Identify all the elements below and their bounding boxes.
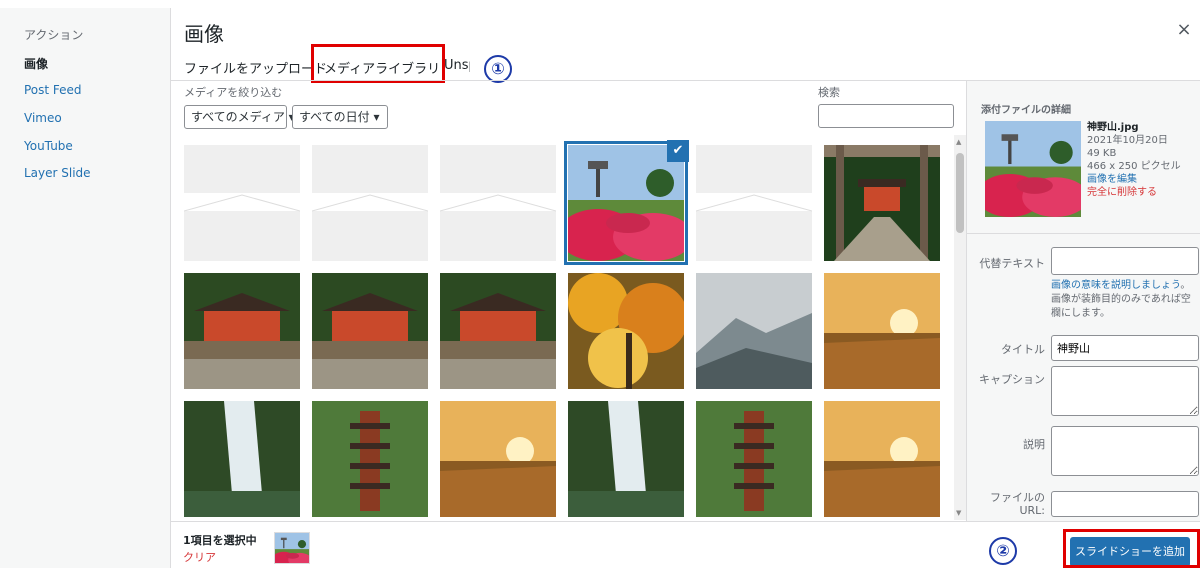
details-divider xyxy=(967,233,1200,234)
file-url-field[interactable] xyxy=(1051,491,1199,517)
alt-text-help: 画像の意味を説明しましょう。画像が装飾目的のみであれば空欄にします。 xyxy=(1051,279,1197,321)
media-thumbnail[interactable] xyxy=(824,401,940,517)
scroll-up-icon[interactable]: ▲ xyxy=(956,138,961,146)
menu-item-layer-slide[interactable]: Layer Slide xyxy=(24,166,91,180)
media-thumbnail[interactable] xyxy=(696,273,812,389)
menu-item-post-feed[interactable]: Post Feed xyxy=(24,83,82,97)
alt-text-help-link[interactable]: 画像の意味を説明しましょう xyxy=(1051,280,1180,291)
selected-thumbnail[interactable] xyxy=(274,532,310,564)
media-thumbnail[interactable] xyxy=(312,273,428,389)
checkmark-icon[interactable]: ✔ xyxy=(667,140,689,162)
tab-unsplash[interactable]: Unsp xyxy=(444,58,470,73)
media-thumbnail[interactable] xyxy=(440,273,556,389)
details-info: 神野山.jpg 2021年10月20日 49 KB 466 x 250 ピクセル… xyxy=(1087,121,1181,199)
close-icon[interactable]: × xyxy=(1176,21,1192,39)
modal-title: 画像 xyxy=(184,22,224,46)
tab-media-library[interactable]: メディアライブラリ xyxy=(324,58,440,77)
details-dimensions: 466 x 250 ピクセル xyxy=(1087,161,1181,172)
media-thumbnail[interactable] xyxy=(184,145,300,261)
media-thumbnail[interactable] xyxy=(696,145,812,261)
media-thumbnail[interactable] xyxy=(312,401,428,517)
description-label: 説明 xyxy=(1023,438,1045,451)
alt-text-label: 代替テキスト xyxy=(979,257,1045,270)
media-modal: アクション 画像 Post Feed Vimeo YouTube Layer S… xyxy=(0,0,1200,568)
details-filename: 神野山.jpg xyxy=(1087,122,1139,133)
caption-label: キャプション xyxy=(979,373,1045,386)
media-thumbnail[interactable] xyxy=(440,145,556,261)
media-thumbnail[interactable] xyxy=(440,401,556,517)
grid-scrollbar[interactable]: ▲ ▼ xyxy=(954,135,966,520)
media-thumbnail[interactable]: ✔ xyxy=(564,140,689,265)
action-menu-heading: アクション xyxy=(24,28,84,42)
media-thumbnail[interactable] xyxy=(312,145,428,261)
media-thumbnail[interactable] xyxy=(568,401,684,517)
filter-label: メディアを絞り込む xyxy=(184,86,283,99)
delete-permanently-link[interactable]: 完全に削除する xyxy=(1087,186,1181,199)
attachment-details: 添付ファイルの詳細 神野山.jpg 2021年10月20日 49 KB 466 … xyxy=(966,81,1200,521)
media-thumbnail[interactable] xyxy=(824,273,940,389)
file-url-label: ファイルの URL: xyxy=(990,491,1045,517)
clear-selection-link[interactable]: クリア xyxy=(183,549,216,565)
menu-item-youtube[interactable]: YouTube xyxy=(24,139,73,153)
menu-item-vimeo[interactable]: Vimeo xyxy=(24,111,62,125)
scroll-thumb[interactable] xyxy=(956,153,964,233)
media-thumbnail[interactable] xyxy=(184,273,300,389)
media-grid: ✔ xyxy=(171,135,951,520)
details-thumbnail xyxy=(976,121,1089,221)
edit-image-link[interactable]: 画像を編集 xyxy=(1087,173,1181,186)
media-thumbnail[interactable] xyxy=(824,145,940,261)
action-menu: アクション 画像 Post Feed Vimeo YouTube Layer S… xyxy=(0,8,171,568)
description-field[interactable] xyxy=(1051,426,1199,476)
date-select[interactable]: すべての日付 ▾ xyxy=(292,105,388,129)
tab-upload[interactable]: ファイルをアップロード xyxy=(184,58,327,77)
details-heading: 添付ファイルの詳細 xyxy=(981,105,1071,116)
media-type-select[interactable]: すべてのメディア ▾ xyxy=(184,105,295,129)
menu-item-image[interactable]: 画像 xyxy=(24,55,48,72)
add-slideshow-button[interactable]: スライドショーを追加 xyxy=(1070,537,1190,567)
details-size: 49 KB xyxy=(1087,148,1117,159)
alt-text-field[interactable] xyxy=(1051,247,1199,275)
scroll-down-icon[interactable]: ▼ xyxy=(956,509,961,517)
media-thumbnail[interactable] xyxy=(568,273,684,389)
caption-field[interactable] xyxy=(1051,366,1199,416)
details-date: 2021年10月20日 xyxy=(1087,135,1168,146)
title-field[interactable] xyxy=(1051,335,1199,361)
step-2-badge: ② xyxy=(989,537,1017,565)
step-1-badge: ① xyxy=(484,55,512,83)
modal-footer: 1項目を選択中 クリア ② スライドショーを追加 xyxy=(171,521,1200,568)
media-thumbnail[interactable] xyxy=(184,401,300,517)
search-input[interactable] xyxy=(818,104,954,128)
search-label: 検索 xyxy=(818,86,840,99)
selection-count: 1項目を選択中 xyxy=(183,534,257,547)
media-thumbnail[interactable] xyxy=(696,401,812,517)
title-label: タイトル xyxy=(1001,343,1045,356)
